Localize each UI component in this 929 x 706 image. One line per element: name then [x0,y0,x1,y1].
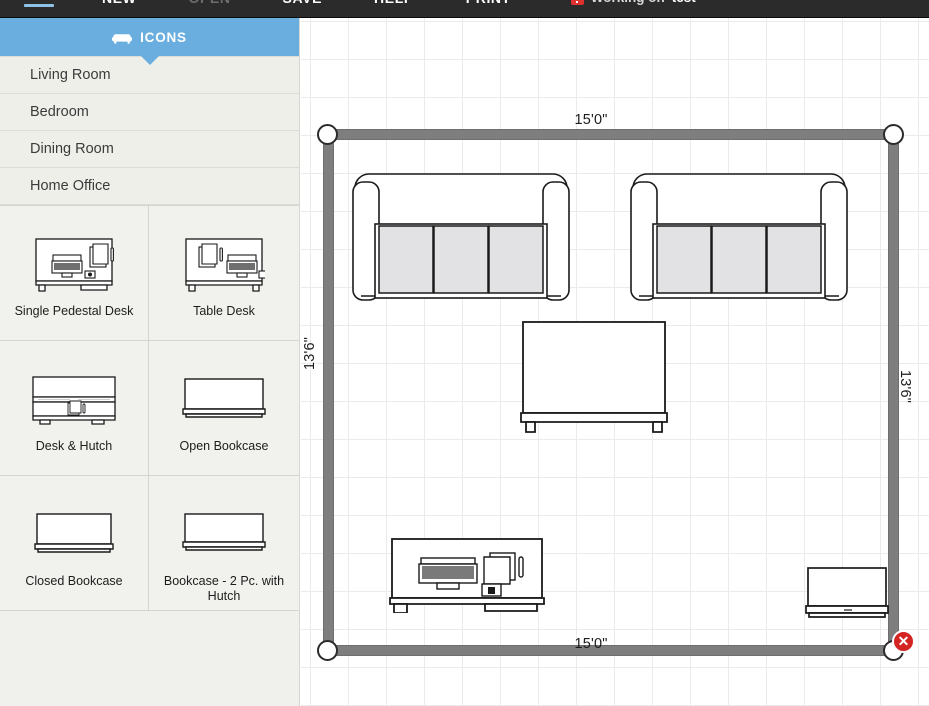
placed-single-pedestal-desk[interactable] [389,535,547,618]
wall-bottom[interactable] [323,645,899,656]
icon-item-closed-bookcase[interactable]: Closed Bookcase [0,476,149,611]
icon-item-single-pedestal-desk[interactable]: Single Pedestal Desk [0,206,149,341]
dimension-top[interactable]: 15'0" [574,112,607,128]
wall-corner-handle-top-right[interactable] [883,124,904,145]
menu-item-help[interactable]: HELP [348,0,440,18]
red-flag-icon [570,0,584,5]
icon-item-label: Single Pedestal Desk [14,304,134,318]
category-list: Living Room Bedroom Dining Room Home Off… [0,56,299,205]
placed-open-bookcase[interactable] [804,565,890,626]
wall-top[interactable] [323,129,899,140]
tab-icons-label: ICONS [140,29,187,45]
floorplan-canvas[interactable]: 15'0" 15'0" 13'6" 13'6" ✕ [301,18,929,706]
working-on-project: test [672,0,696,5]
working-on-status: Working on test [570,0,696,5]
icon-item-label: Open Bookcase [179,439,269,453]
app-root: NEW OPEN SAVE HELP PRINT Working on test… [0,0,929,706]
placed-table-desk[interactable] [519,318,669,438]
icon-item-label: Table Desk [193,304,255,318]
open-bookcase-icon [181,357,267,443]
sofa-icon [112,33,133,44]
icon-item-desk-and-hutch[interactable]: Desk & Hutch [0,341,149,476]
dimension-left[interactable]: 13'6" [302,337,318,370]
placed-sofa-left[interactable] [349,168,573,313]
closed-bookcase-icon [31,492,117,578]
wall-corner-handle-top-left[interactable] [317,124,338,145]
working-on-label: Working on [591,0,665,5]
icon-item-label: Bookcase - 2 Pc. with Hutch [163,574,285,603]
sidebar-item-dining-room[interactable]: Dining Room [0,131,299,168]
menu-item-new[interactable]: NEW [76,0,162,18]
icon-item-bookcase-2pc-with-hutch[interactable]: Bookcase - 2 Pc. with Hutch [149,476,299,611]
menu-item-save[interactable]: SAVE [257,0,349,18]
menu-item-print[interactable]: PRINT [440,0,537,18]
icon-grid: Single Pedestal Desk Table Desk Desk & H… [0,205,299,611]
placed-sofa-right[interactable] [627,168,851,313]
table-desk-icon [183,222,265,308]
top-menu-bar: NEW OPEN SAVE HELP PRINT Working on test [0,0,929,18]
hamburger-menu-icon[interactable] [24,0,54,7]
sidebar-item-bedroom[interactable]: Bedroom [0,94,299,131]
desk-with-laptop-icon [33,222,115,308]
tab-icons[interactable]: ICONS [0,18,299,65]
icon-item-label: Desk & Hutch [35,439,113,453]
dimension-right[interactable]: 13'6" [897,370,913,403]
floorplan-room: 15'0" 15'0" 13'6" 13'6" ✕ [301,18,929,706]
icon-item-label: Closed Bookcase [25,574,123,588]
sidebar-item-home-office[interactable]: Home Office [0,168,299,205]
icon-item-table-desk[interactable]: Table Desk [149,206,299,341]
wall-left[interactable] [323,129,334,656]
sidebar: ICONS Living Room Bedroom Dining Room Ho… [0,18,300,706]
close-icon: ✕ [897,633,910,649]
wall-corner-handle-bottom-left[interactable] [317,640,338,661]
bookcase-hutch-icon [181,492,267,578]
delete-button[interactable]: ✕ [892,630,915,653]
menu-item-open[interactable]: OPEN [162,0,256,18]
desk-hutch-icon [30,357,118,443]
dimension-bottom[interactable]: 15'0" [574,636,607,652]
icon-item-open-bookcase[interactable]: Open Bookcase [149,341,299,476]
